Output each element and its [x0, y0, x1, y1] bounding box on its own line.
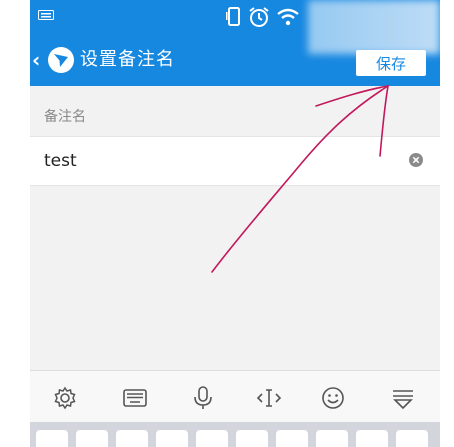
phone-vibrate-icon: [226, 7, 240, 26]
keyboard-toolbar: [30, 370, 440, 423]
paper-plane-icon: [54, 54, 68, 67]
keyboard-key[interactable]: [196, 430, 228, 447]
keyboard-key[interactable]: [236, 430, 268, 447]
keyboard-key[interactable]: [116, 430, 148, 447]
clear-input-icon[interactable]: [408, 152, 424, 168]
collapse-keyboard-icon[interactable]: [390, 385, 416, 411]
wifi-icon: [277, 8, 299, 26]
back-chevron-icon: ‹: [32, 48, 41, 72]
microphone-icon[interactable]: [190, 385, 216, 411]
keyboard-keys: [30, 422, 440, 447]
notification-icon: [38, 10, 54, 20]
alarm-icon: [249, 7, 269, 27]
keyboard-key[interactable]: [156, 430, 188, 447]
gear-icon[interactable]: [52, 385, 78, 411]
title-bar: ‹ 设置备注名 保存: [30, 0, 440, 86]
page-title: 设置备注名: [80, 49, 175, 70]
blurred-status-area: [308, 0, 440, 54]
save-button[interactable]: 保存: [356, 50, 426, 76]
cursor-move-icon[interactable]: [256, 385, 282, 411]
keyboard-key[interactable]: [356, 430, 388, 447]
remark-input-row[interactable]: test: [30, 136, 440, 186]
app-logo: [48, 47, 74, 73]
keyboard-key[interactable]: [316, 430, 348, 447]
emoji-icon[interactable]: [320, 385, 346, 411]
keyboard-key[interactable]: [36, 430, 68, 447]
keyboard-icon[interactable]: [122, 385, 148, 411]
section-label: 备注名: [44, 109, 86, 125]
phone-screen: ‹ 设置备注名 保存 备注名 test: [30, 0, 440, 447]
remark-name-input[interactable]: test: [44, 151, 77, 171]
keyboard-key[interactable]: [76, 430, 108, 447]
keyboard-key[interactable]: [396, 430, 428, 447]
keyboard-key[interactable]: [276, 430, 308, 447]
